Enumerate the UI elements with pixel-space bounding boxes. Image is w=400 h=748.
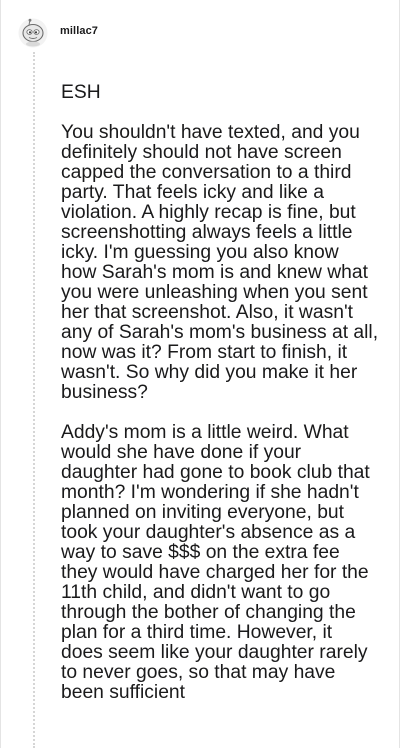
comment-header: millac7 bbox=[18, 15, 98, 51]
comment-paragraph: Addy's mom is a little weird. What would… bbox=[61, 422, 370, 703]
comment-body: ESH You shouldn't have texted, and you d… bbox=[61, 83, 379, 723]
comment-paragraph: You shouldn't have texted, and you defin… bbox=[61, 122, 379, 403]
username-link[interactable]: millac7 bbox=[60, 25, 98, 37]
left-border bbox=[0, 0, 1, 748]
thread-collapse-line[interactable] bbox=[33, 52, 35, 748]
comment-paragraph: ESH bbox=[61, 82, 101, 103]
avatar-icon[interactable] bbox=[18, 18, 48, 48]
